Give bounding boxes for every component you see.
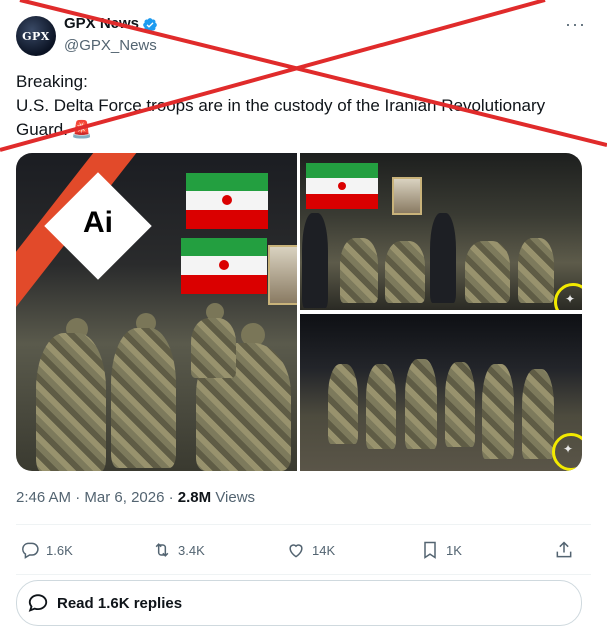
retweet-count: 3.4K (178, 542, 205, 558)
action-bar: 1.6K 3.4K 14K 1K (16, 536, 591, 564)
bookmark-count: 1K (446, 542, 462, 558)
soldier-figure (405, 359, 437, 449)
verified-badge-icon (143, 18, 157, 32)
soldier-figure (191, 318, 236, 378)
soldier-figure (518, 238, 554, 303)
reply-icon (22, 542, 39, 559)
reply-button[interactable]: 1.6K (20, 536, 73, 564)
share-button[interactable] (554, 536, 580, 564)
soldier-figure (465, 241, 510, 303)
tweet-meta: 2:46 AM · Mar 6, 2026 · 2.8M Views (16, 489, 255, 506)
divider (16, 574, 591, 575)
like-button[interactable]: 14K (286, 536, 335, 564)
avatar-text: GPX (22, 29, 50, 43)
retweet-icon (155, 543, 169, 557)
read-replies-button[interactable]: Read 1.6K replies (16, 580, 582, 626)
author-handle[interactable]: @GPX_News (64, 37, 157, 54)
soldier-figure (111, 328, 176, 468)
iran-flag-icon (306, 163, 378, 209)
soldier-figure (385, 241, 425, 303)
heart-icon (289, 544, 303, 558)
meta-separator: · (168, 489, 174, 506)
guard-figure (430, 213, 456, 303)
soldier-figure (522, 369, 554, 459)
soldier-figure (445, 362, 475, 447)
views-label: Views (215, 489, 256, 506)
portrait-image (392, 177, 422, 215)
media-grid: Ai ✦ ✦ (16, 153, 582, 471)
meta-separator: · (75, 489, 81, 506)
author-name[interactable]: GPX News (64, 15, 139, 32)
views-count: 2.8M (177, 489, 212, 506)
tweet-text: Breaking: U.S. Delta Force troops are in… (16, 70, 591, 142)
bookmark-button[interactable]: 1K (420, 536, 462, 564)
portrait-image (268, 245, 297, 305)
bookmark-icon (424, 541, 436, 559)
photo-kneeling-soldiers[interactable]: Ai (16, 153, 297, 471)
share-icon (556, 541, 572, 558)
tweet-body: Breaking: U.S. Delta Force troops are in… (16, 72, 546, 139)
iran-flag-icon (186, 173, 268, 229)
sparkle-icon: ✦ (563, 442, 574, 456)
soldier-figure (328, 364, 358, 444)
divider (16, 524, 591, 525)
read-replies-label: Read 1.6K replies (57, 594, 183, 612)
reply-count: 1.6K (46, 542, 73, 558)
siren-emoji: 🚨 (70, 120, 93, 139)
soldier-figure (366, 364, 396, 449)
more-options-icon[interactable]: ··· (565, 14, 586, 35)
soldier-figure (36, 333, 106, 471)
tweet-time[interactable]: 2:46 AM (16, 489, 71, 506)
tweet-date[interactable]: Mar 6, 2026 (84, 489, 164, 506)
soldier-figure (482, 364, 514, 459)
iran-flag-icon (181, 238, 267, 294)
speech-bubble-icon (28, 594, 48, 612)
guard-figure (302, 213, 328, 308)
photo-walking-soldiers[interactable]: ✦ (300, 314, 582, 471)
retweet-button[interactable]: 3.4K (152, 536, 205, 564)
author-avatar[interactable]: GPX (16, 16, 56, 56)
soldier-figure (340, 238, 378, 303)
photo-soldiers-with-flag[interactable]: ✦ (300, 153, 582, 310)
ai-badge-label: Ai (83, 206, 113, 239)
sparkle-icon: ✦ (565, 292, 576, 306)
like-count: 14K (312, 542, 336, 558)
